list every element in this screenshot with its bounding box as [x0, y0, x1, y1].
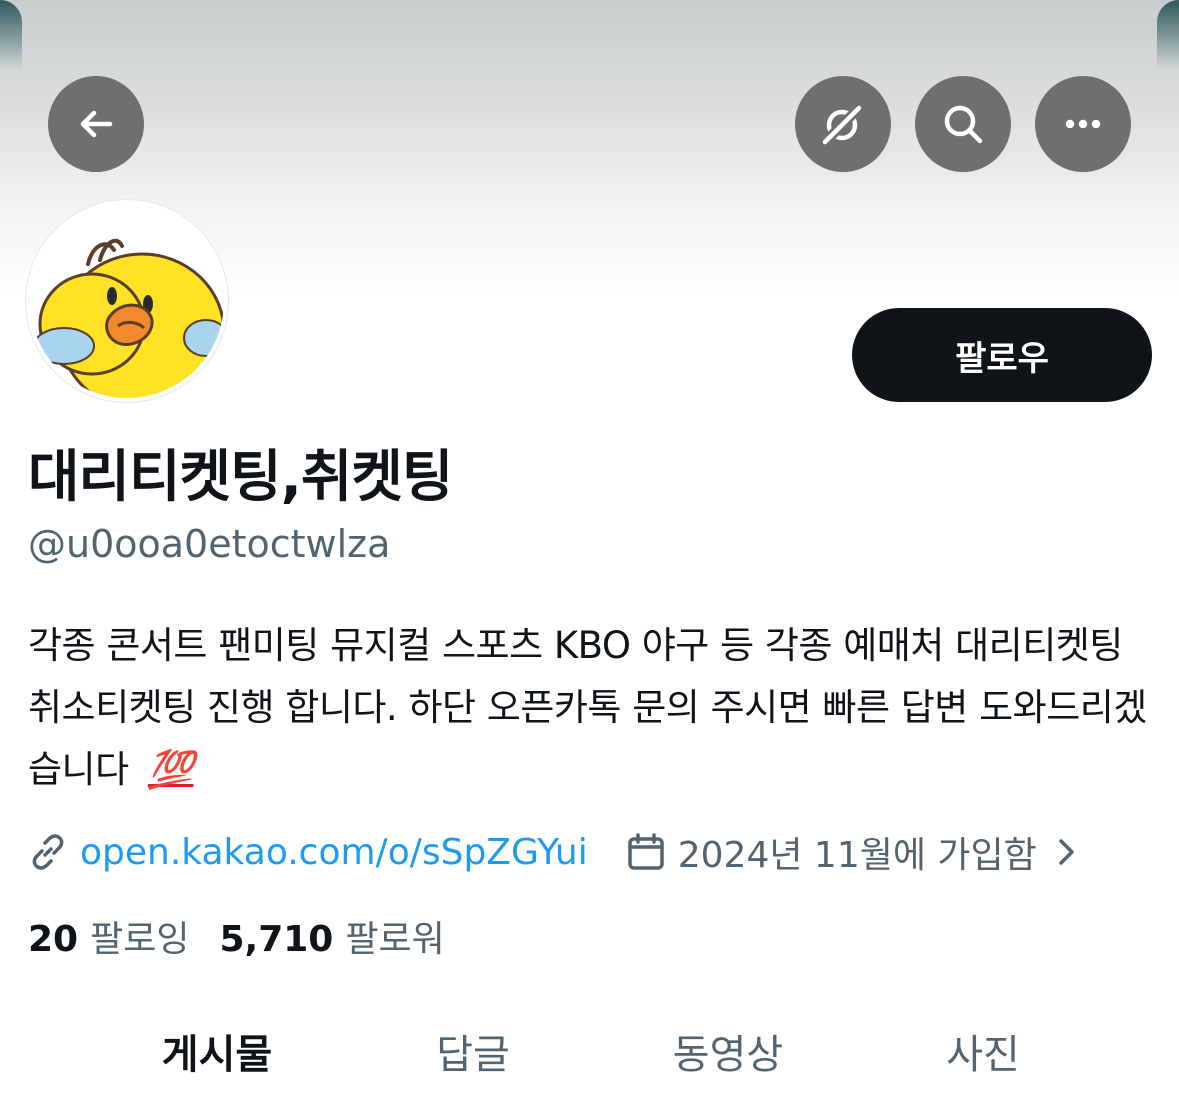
follow-button[interactable]: 팔로우 — [852, 308, 1152, 402]
chevron-right-icon — [1059, 839, 1074, 865]
followers-count: 5,710 — [219, 919, 334, 960]
search-button[interactable] — [915, 76, 1011, 172]
followers-label: 팔로워 — [345, 919, 445, 960]
profile-tabs: 게시물 답글 동영상 사진 — [0, 1000, 1179, 1099]
user-handle: @u0ooa0etoctwlza — [28, 522, 391, 566]
tab-videos[interactable]: 동영상 — [673, 1022, 783, 1080]
bio: 각종 콘서트 팬미팅 뮤지컬 스포츠 KBO 야구 등 각종 예매처 대리티켓팅… — [28, 615, 1158, 801]
joined-date-text: 2024년 11월에 가입함 — [677, 835, 1037, 876]
follow-stats: 20 팔로잉 5,710 팔로워 — [28, 910, 445, 962]
search-icon — [944, 105, 983, 144]
hundred-points-icon: 💯 — [147, 748, 194, 791]
arrow-left-icon — [80, 110, 113, 138]
more-horizontal-icon — [1065, 119, 1101, 129]
following-stat[interactable]: 20 팔로잉 — [28, 910, 189, 962]
tab-replies[interactable]: 답글 — [436, 1022, 510, 1080]
grok-icon — [821, 104, 863, 146]
grok-button[interactable] — [795, 76, 891, 172]
joined-date[interactable]: 2024년 11월에 가입함 — [626, 826, 1079, 878]
tab-posts[interactable]: 게시물 — [162, 1022, 272, 1080]
followers-stat[interactable]: 5,710 팔로워 — [219, 910, 444, 962]
following-label: 팔로잉 — [90, 919, 190, 960]
back-button[interactable] — [48, 76, 144, 172]
banner-corner — [0, 0, 22, 70]
profile-link[interactable]: open.kakao.com/o/sSpZGYui — [80, 832, 588, 873]
display-name: 대리티켓팅,취켓팅 — [28, 445, 453, 510]
avatar[interactable] — [26, 200, 228, 402]
more-button[interactable] — [1035, 76, 1131, 172]
banner-corner — [1157, 0, 1179, 70]
following-count: 20 — [28, 919, 79, 960]
profile-meta-row: open.kakao.com/o/sSpZGYui 2024년 11월에 가입함 — [28, 822, 1079, 882]
tab-photos[interactable]: 사진 — [946, 1022, 1020, 1080]
link-icon — [32, 834, 64, 870]
bio-text: 각종 콘서트 팬미팅 뮤지컬 스포츠 KBO 야구 등 각종 예매처 대리티켓팅… — [28, 624, 1147, 791]
calendar-icon — [628, 833, 664, 870]
avatar-duck-image — [30, 204, 224, 398]
